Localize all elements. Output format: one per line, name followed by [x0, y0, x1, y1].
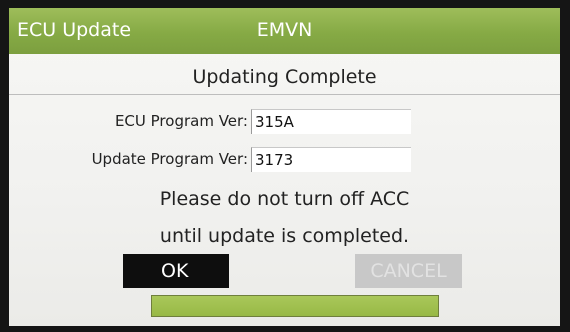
update-program-version-label: Update Program Ver:: [91, 150, 248, 168]
update-screen: ECU Update EMVN Updating Complete ECU Pr…: [9, 8, 560, 326]
warning-message-line-1: Please do not turn off ACC: [159, 188, 410, 210]
mode-title: EMVN: [256, 19, 313, 41]
update-program-version-value: 3173: [251, 147, 411, 172]
ecu-program-version-label: ECU Program Ver:: [114, 112, 248, 130]
divider: [9, 94, 560, 95]
status-title: Updating Complete: [192, 66, 377, 88]
title-bar: ECU Update EMVN: [9, 8, 560, 54]
ok-button[interactable]: OK: [123, 254, 229, 288]
update-progress-fill: [152, 296, 438, 316]
cancel-button: CANCEL: [355, 254, 462, 288]
ecu-program-version-value: 315A: [251, 109, 411, 134]
update-progress-bar: [151, 295, 439, 317]
warning-message-line-2: until update is completed.: [159, 225, 410, 247]
display-bezel: ECU Update EMVN Updating Complete ECU Pr…: [0, 0, 570, 332]
